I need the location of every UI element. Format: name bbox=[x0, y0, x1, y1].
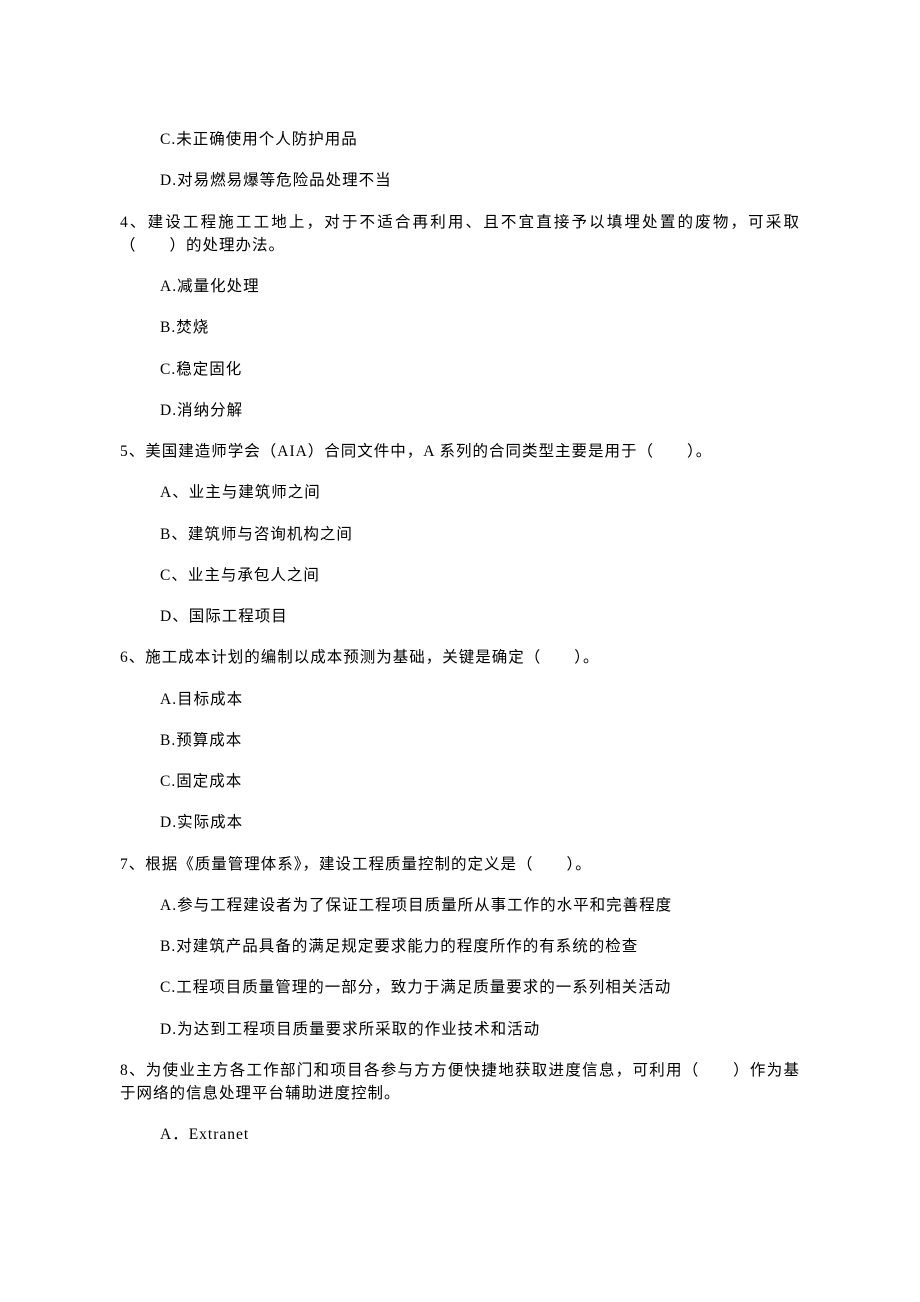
option-b: B.预算成本 bbox=[160, 729, 800, 752]
option-c: C.未正确使用个人防护用品 bbox=[160, 128, 800, 151]
option-d: D.为达到工程项目质量要求所采取的作业技术和活动 bbox=[160, 1018, 800, 1041]
option-a: A.目标成本 bbox=[160, 688, 800, 711]
option-c: C.固定成本 bbox=[160, 770, 800, 793]
option-d: D.对易燃易爆等危险品处理不当 bbox=[160, 169, 800, 192]
option-a: A.减量化处理 bbox=[160, 275, 800, 298]
option-c: C、业主与承包人之间 bbox=[160, 564, 800, 587]
question-6: 6、施工成本计划的编制以成本预测为基础，关键是确定（ ）。 bbox=[120, 646, 800, 669]
option-c: C.稳定固化 bbox=[160, 358, 800, 381]
option-d: D.实际成本 bbox=[160, 811, 800, 834]
question-7: 7、根据《质量管理体系》，建设工程质量控制的定义是（ ）。 bbox=[120, 853, 800, 876]
option-b: B.焚烧 bbox=[160, 316, 800, 339]
option-d: D.消纳分解 bbox=[160, 399, 800, 422]
question-5: 5、美国建造师学会（AIA）合同文件中，A 系列的合同类型主要是用于（ ）。 bbox=[120, 440, 800, 463]
option-a: A.参与工程建设者为了保证工程项目质量所从事工作的水平和完善程度 bbox=[160, 894, 800, 917]
option-b: B.对建筑产品具备的满足规定要求能力的程度所作的有系统的检查 bbox=[160, 935, 800, 958]
question-4: 4、建设工程施工工地上，对于不适合再利用、且不宜直接予以填埋处置的废物，可采取（… bbox=[120, 211, 800, 258]
option-a: A、业主与建筑师之间 bbox=[160, 481, 800, 504]
option-b: B、建筑师与咨询机构之间 bbox=[160, 523, 800, 546]
option-a: A．Extranet bbox=[160, 1123, 800, 1146]
document-page: C.未正确使用个人防护用品 D.对易燃易爆等危险品处理不当 4、建设工程施工工地… bbox=[0, 0, 920, 1245]
option-d: D、国际工程项目 bbox=[160, 605, 800, 628]
option-c: C.工程项目质量管理的一部分，致力于满足质量要求的一系列相关活动 bbox=[160, 976, 800, 999]
question-8: 8、为使业主方各工作部门和项目各参与方方便快捷地获取进度信息，可利用（ ）作为基… bbox=[120, 1059, 800, 1106]
